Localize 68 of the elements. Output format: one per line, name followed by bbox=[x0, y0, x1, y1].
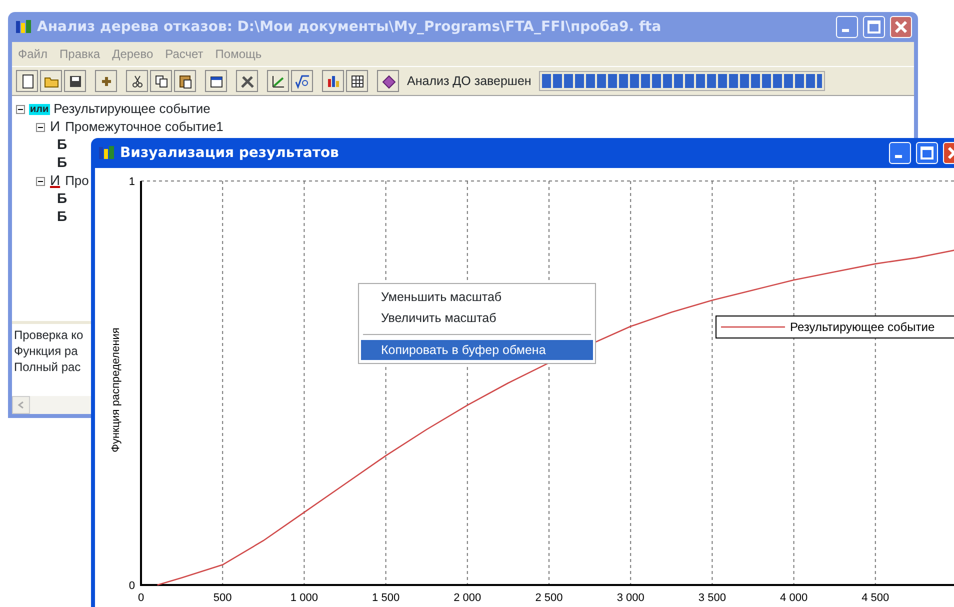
gate-label: Б bbox=[56, 155, 68, 171]
toolbar-button[interactable] bbox=[377, 70, 399, 92]
menu-item[interactable]: Файл bbox=[18, 45, 48, 63]
gate-label: Б bbox=[56, 191, 68, 207]
close-button[interactable] bbox=[890, 16, 912, 38]
maximize-button[interactable] bbox=[863, 16, 885, 38]
toolbar-button[interactable] bbox=[16, 70, 38, 92]
toolbar-button[interactable] bbox=[64, 70, 86, 92]
app-icon bbox=[16, 20, 32, 34]
menu-item[interactable]: Расчет bbox=[165, 45, 204, 63]
maximize-icon bbox=[920, 146, 934, 160]
clipboard-icon bbox=[176, 72, 194, 90]
minimize-button[interactable] bbox=[836, 16, 858, 38]
toolbar-button[interactable] bbox=[267, 70, 289, 92]
legend-label: Результирующее событие bbox=[790, 320, 935, 334]
menu-item[interactable]: Увеличить масштаб bbox=[361, 308, 593, 328]
node-label[interactable]: Про bbox=[65, 171, 89, 191]
x-tick-label: 2 000 bbox=[454, 592, 482, 604]
minimize-button[interactable] bbox=[889, 142, 911, 164]
menu-item[interactable]: Правка bbox=[60, 45, 100, 63]
close-icon bbox=[894, 20, 908, 34]
app-icon bbox=[99, 146, 115, 160]
minimize-icon bbox=[895, 155, 902, 158]
y-axis-label: Функция распределения bbox=[110, 328, 122, 452]
x-tick-label: 0 bbox=[138, 592, 144, 604]
toolbar-button[interactable] bbox=[346, 70, 368, 92]
gate-label: И bbox=[49, 173, 62, 189]
toolbar-button[interactable] bbox=[174, 70, 196, 92]
x-tick-label: 2 500 bbox=[535, 592, 563, 604]
gate-label: И bbox=[49, 119, 62, 135]
legend-line bbox=[721, 326, 785, 328]
x-tick-label: 1 500 bbox=[372, 592, 400, 604]
log-line: Проверка ко bbox=[14, 327, 84, 343]
status-text: Анализ ДО завершен bbox=[407, 72, 532, 90]
x-tick-label: 500 bbox=[213, 592, 232, 604]
node-label[interactable]: Промежуточное событие1 bbox=[65, 117, 224, 137]
menu-item[interactable]: Дерево bbox=[112, 45, 154, 63]
x-tick-label: 4 000 bbox=[780, 592, 808, 604]
toolbar-button[interactable] bbox=[291, 70, 313, 92]
x-tick-label: 1 000 bbox=[290, 592, 318, 604]
y-tick-label: 1 bbox=[128, 176, 135, 188]
copy-icon bbox=[152, 72, 170, 90]
toolbar-button[interactable] bbox=[150, 70, 172, 92]
minimize-icon bbox=[842, 29, 849, 32]
gate-label: Б bbox=[56, 209, 68, 225]
maximize-icon bbox=[867, 20, 881, 34]
menu-item[interactable]: Помощь bbox=[215, 45, 262, 63]
gate-label: Б bbox=[56, 137, 68, 153]
gate-label: или bbox=[29, 104, 50, 114]
table-icon bbox=[348, 72, 366, 90]
toolbar-button[interactable] bbox=[126, 70, 148, 92]
toolbar-button[interactable] bbox=[322, 70, 344, 92]
formula-icon bbox=[294, 72, 310, 90]
y-tick-label: 0 bbox=[128, 580, 135, 592]
log-line: Функция ра bbox=[14, 343, 78, 359]
log-line: Полный рас bbox=[14, 359, 81, 375]
x-tick-label: 3 000 bbox=[616, 592, 644, 604]
window-title: Анализ дерева отказов: D:\Мои документы\My_Programs\FTA_FFI\проба9. fta bbox=[37, 18, 662, 36]
x-tick-label: 3 500 bbox=[698, 592, 726, 604]
node-label[interactable]: Результирующее событие bbox=[54, 99, 210, 119]
maximize-button[interactable] bbox=[916, 142, 938, 164]
toolbar-button[interactable] bbox=[205, 70, 227, 92]
menu-item[interactable]: Копировать в буфер обмена bbox=[361, 340, 593, 360]
x-tick-label: 4 500 bbox=[862, 592, 890, 604]
window-title: Визуализация результатов bbox=[120, 144, 340, 162]
menu-item[interactable]: Уменьшить масштаб bbox=[361, 287, 593, 308]
arrow-left-icon bbox=[17, 401, 25, 409]
toolbar-button[interactable] bbox=[236, 70, 258, 92]
